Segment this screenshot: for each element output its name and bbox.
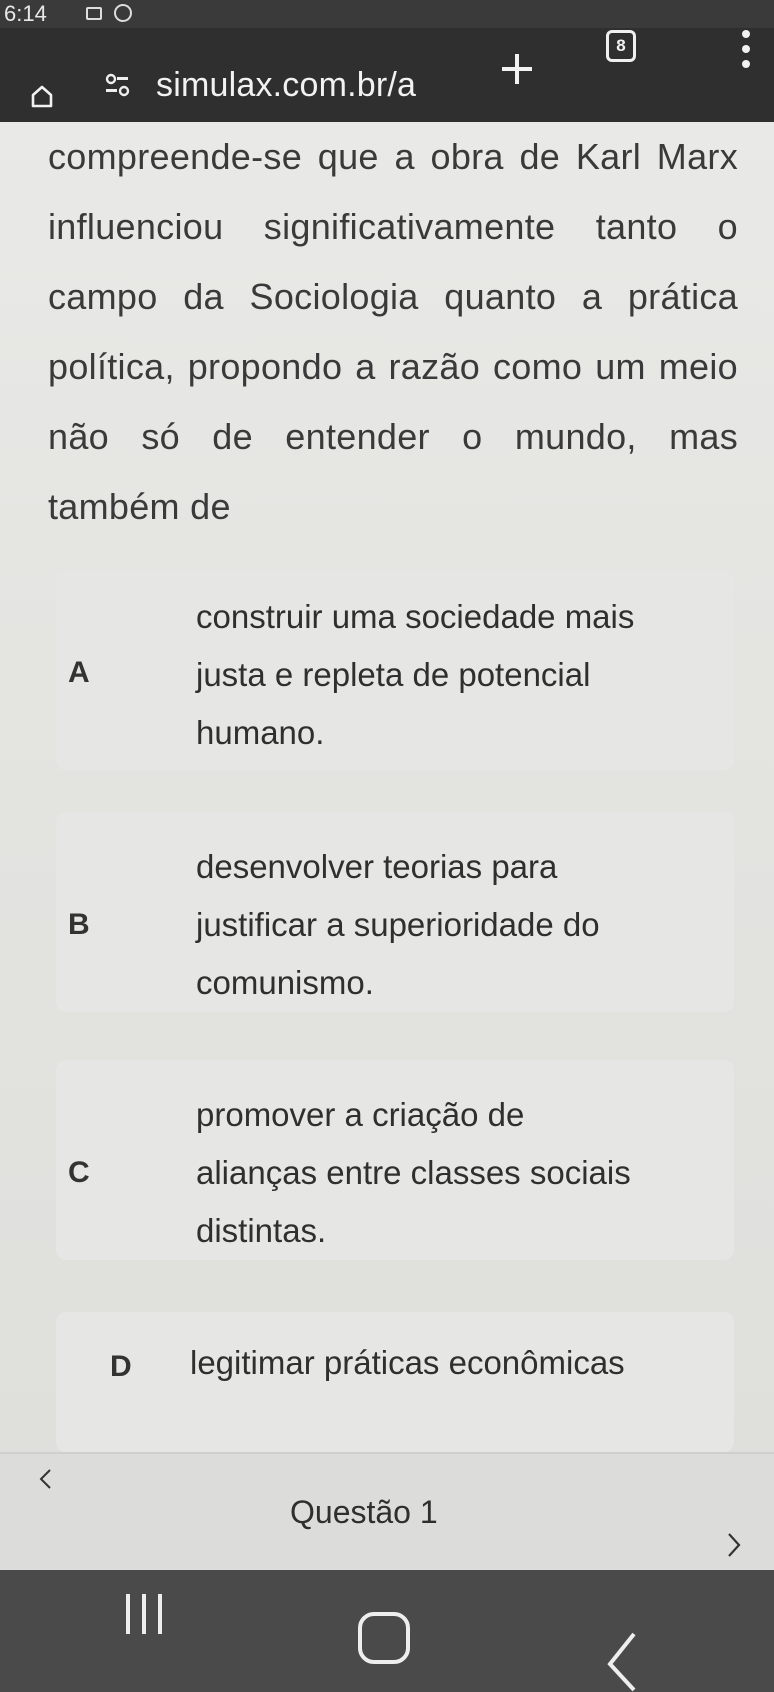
notification-icon <box>114 4 132 22</box>
site-info-icon[interactable] <box>104 72 130 98</box>
option-d-letter: D <box>110 1350 132 1383</box>
option-c-line: distintas. <box>196 1212 327 1249</box>
stem-line: não só de entender o mundo, mas <box>48 416 738 457</box>
new-tab-plus-icon[interactable] <box>500 52 534 86</box>
browser-toolbar: simulax.com.br/a 8 <box>0 28 774 122</box>
option-a-letter: A <box>68 656 90 689</box>
status-time: 6:14 <box>4 1 47 26</box>
home-icon[interactable] <box>30 84 54 108</box>
previous-chevron-icon[interactable] <box>36 1468 56 1490</box>
stem-line: compreende-se que a obra de Karl Marx <box>48 136 738 177</box>
question-navigator: Questão 1 <box>0 1452 774 1572</box>
option-a-line: humano. <box>196 714 325 751</box>
question-content: compreende-se que a obra de Karl Marx in… <box>0 122 774 1452</box>
tab-switcher-button[interactable]: 8 <box>606 30 636 62</box>
next-chevron-icon[interactable] <box>724 1532 744 1558</box>
stem-line: campo da Sociologia quanto a prática <box>48 276 738 317</box>
recents-icon[interactable] <box>120 1592 172 1636</box>
back-icon[interactable] <box>604 1630 640 1692</box>
option-b-text: desenvolver teorias para justificar a su… <box>196 838 600 1012</box>
question-stem: compreende-se que a obra de Karl Marx in… <box>48 122 738 542</box>
option-c-line: alianças entre classes sociais <box>196 1154 631 1191</box>
option-b-line: justificar a superioridade do <box>196 906 600 943</box>
stem-line: também de <box>48 486 231 527</box>
option-d-line: legitimar práticas econômicas <box>190 1344 625 1381</box>
home-button-icon[interactable] <box>356 1610 412 1666</box>
stem-line: influenciou significativamente tanto o <box>48 206 738 247</box>
system-navigation-bar <box>0 1570 774 1692</box>
option-d-text: legitimar práticas econômicas <box>190 1334 625 1392</box>
option-a-text: construir uma sociedade mais justa e rep… <box>196 588 634 762</box>
stem-line: política, propondo a razão como um meio <box>48 346 738 387</box>
option-c-text: promover a criação de alianças entre cla… <box>196 1086 631 1260</box>
notification-icon <box>86 7 102 20</box>
option-c-letter: C <box>68 1156 90 1189</box>
option-b-line: comunismo. <box>196 964 374 1001</box>
option-b-line: desenvolver teorias para <box>196 848 558 885</box>
address-bar-url[interactable]: simulax.com.br/a <box>156 66 416 105</box>
question-number-label: Questão 1 <box>290 1494 438 1530</box>
option-b-letter: B <box>68 908 90 941</box>
option-a-line: construir uma sociedade mais <box>196 598 635 635</box>
more-menu-icon[interactable] <box>740 28 752 74</box>
option-a-line: justa e repleta de potencial <box>196 656 591 693</box>
option-c-line: promover a criação de <box>196 1096 525 1133</box>
